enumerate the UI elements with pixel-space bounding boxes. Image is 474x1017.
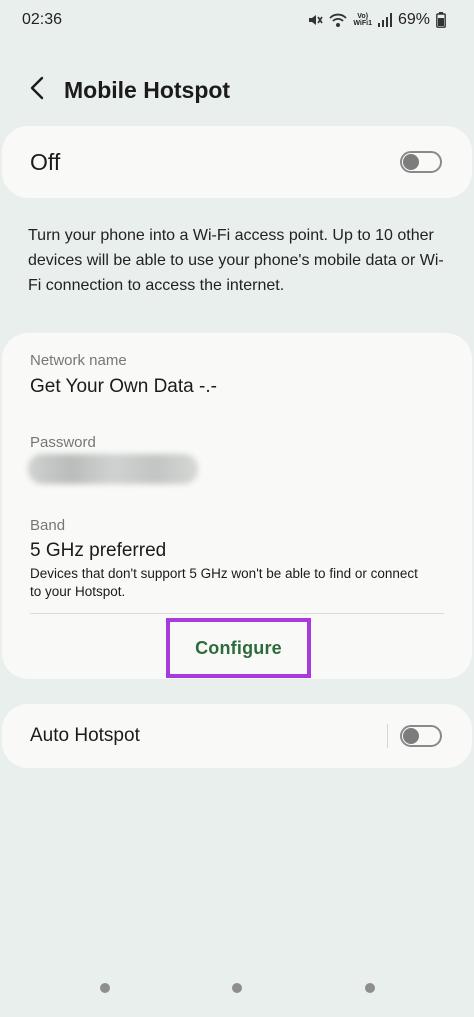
recents-button[interactable]: [100, 983, 110, 993]
hotspot-toggle-card[interactable]: Off: [2, 126, 472, 198]
page-title: Mobile Hotspot: [64, 76, 231, 103]
hotspot-status-label: Off: [30, 148, 61, 175]
band-value: 5 GHz preferred: [30, 540, 167, 561]
auto-hotspot-controls: [387, 724, 442, 748]
network-name-value: Get Your Own Data -.-: [30, 376, 217, 397]
signal-icon: [377, 13, 392, 27]
status-bar: 02:36 Vo) WiFi1 69%: [0, 0, 474, 40]
band-label: Band: [30, 517, 66, 534]
app-bar: Mobile Hotspot: [0, 62, 474, 118]
status-icons: Vo) WiFi1 69%: [307, 11, 446, 29]
switch-knob: [403, 154, 419, 170]
vertical-divider: [387, 724, 388, 748]
switch-knob: [403, 728, 419, 744]
auto-hotspot-card[interactable]: Auto Hotspot: [2, 704, 472, 768]
home-button[interactable]: [232, 983, 242, 993]
wifi-icon: [329, 12, 348, 28]
battery-icon: [436, 12, 446, 28]
divider: [30, 613, 444, 614]
back-nav-button[interactable]: [365, 983, 375, 993]
configure-highlight: Configure: [166, 618, 311, 678]
hotspot-description: Turn your phone into a Wi-Fi access poin…: [28, 227, 444, 294]
status-time: 02:36: [22, 11, 63, 28]
volte-icon: Vo) WiFi1: [353, 13, 372, 27]
back-button[interactable]: [14, 67, 60, 113]
hotspot-switch[interactable]: [400, 151, 442, 173]
network-settings-card: Network name Get Your Own Data -.- Passw…: [2, 333, 472, 679]
configure-button[interactable]: Configure: [189, 637, 288, 660]
chevron-left-icon: [30, 76, 44, 105]
auto-hotspot-label: Auto Hotspot: [30, 725, 140, 746]
navigation-bar: [0, 976, 474, 1000]
battery-level: 69%: [397, 11, 430, 28]
auto-hotspot-switch[interactable]: [400, 725, 442, 747]
password-label: Password: [30, 434, 96, 451]
mute-icon: [307, 12, 324, 28]
network-name-label: Network name: [30, 352, 127, 369]
band-note: Devices that don't support 5 GHz won't b…: [30, 566, 418, 599]
password-value-blurred: [28, 454, 198, 484]
